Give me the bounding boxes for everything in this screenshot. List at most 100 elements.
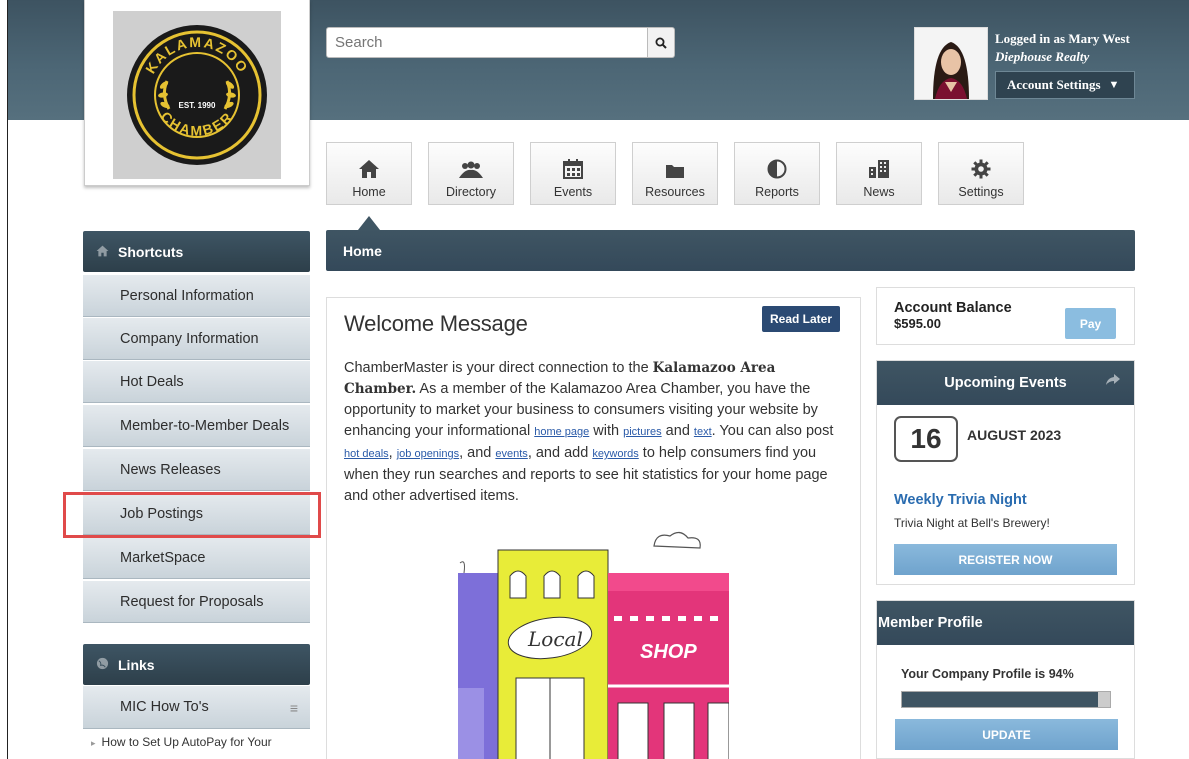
event-description: Trivia Night at Bell's Brewery! <box>894 516 1050 530</box>
body-text: with <box>589 423 624 439</box>
chamber-logo-graphic: KALAMAZOO CHAMBER EST. 1990 <box>127 25 267 165</box>
keywords-link[interactable]: keywords <box>592 448 638 460</box>
sidebar-item-label: Request for Proposals <box>120 593 264 610</box>
logo-year-text: EST. 1990 <box>179 101 216 110</box>
logo-container[interactable]: KALAMAZOO CHAMBER EST. 1990 <box>84 0 310 186</box>
links-header: Links <box>83 644 310 685</box>
link-item-label: How to Set Up AutoPay for Your <box>101 735 272 749</box>
illus-local-text: Local <box>527 627 583 651</box>
sidebar-item-hot-deals[interactable]: Hot Deals <box>83 360 310 403</box>
gear-icon <box>971 159 991 179</box>
body-text: , <box>388 445 397 461</box>
chevron-right-icon: ▸ <box>91 738 96 748</box>
pictures-link[interactable]: pictures <box>623 426 662 438</box>
register-label: REGISTER NOW <box>958 552 1053 567</box>
account-balance-value: $595.00 <box>894 316 941 331</box>
left-border <box>0 0 8 759</box>
welcome-body: ChamberMaster is your direct connection … <box>344 358 849 507</box>
user-avatar[interactable] <box>914 27 988 100</box>
nav-label: Events <box>553 185 593 199</box>
pay-button[interactable]: Pay <box>1065 308 1116 339</box>
update-label: UPDATE <box>982 727 1031 742</box>
profile-completion-text: Your Company Profile is 94% <box>901 667 1074 681</box>
sidebar-item-label: Company Information <box>120 330 259 347</box>
user-info: Logged in as Mary West Diephouse Realty <box>995 31 1130 67</box>
menu-icon[interactable]: ≡ <box>290 700 298 716</box>
page-title-bar: Home <box>326 230 1135 271</box>
search-bar <box>326 27 675 58</box>
job-openings-link[interactable]: job openings <box>397 448 459 460</box>
chamber-logo: KALAMAZOO CHAMBER EST. 1990 <box>113 11 281 179</box>
logged-in-text: Logged in as Mary West <box>995 31 1130 46</box>
body-text: , and add <box>527 445 593 461</box>
update-button[interactable]: UPDATE <box>895 719 1118 750</box>
company-name: Diephouse Realty <box>995 49 1090 64</box>
search-button[interactable] <box>648 27 675 58</box>
people-icon <box>459 161 483 178</box>
account-balance-panel: Account Balance $595.00 Pay <box>876 287 1135 345</box>
sidebar-item-marketspace[interactable]: MarketSpace <box>83 536 310 579</box>
share-arrow-icon[interactable] <box>1106 374 1120 390</box>
nav-label: Reports <box>755 185 799 199</box>
links-category-mic-how-tos[interactable]: MIC How To's ≡ <box>83 686 310 729</box>
nav-label: Settings <box>958 185 1004 199</box>
buildings-icon <box>869 160 889 178</box>
links-title: Links <box>118 656 155 673</box>
upcoming-events-panel: Upcoming Events 16 AUGUST 2023 Weekly Tr… <box>876 360 1135 585</box>
hot-deals-link[interactable]: hot deals <box>344 448 389 460</box>
user-photo <box>915 28 987 99</box>
upcoming-events-title: Upcoming Events <box>944 375 1067 391</box>
page-title: Home <box>343 242 382 259</box>
nav-home[interactable]: Home <box>326 142 412 205</box>
account-settings-button[interactable]: Account Settings ▼ <box>995 71 1135 99</box>
body-text: and <box>661 423 694 439</box>
account-settings-label: Account Settings <box>1007 77 1101 92</box>
event-title-link[interactable]: Weekly Trivia Night <box>894 492 1027 508</box>
sidebar-item-label: Hot Deals <box>120 373 184 390</box>
globe-icon <box>96 657 109 673</box>
home-icon <box>96 244 109 260</box>
pie-chart-icon <box>767 159 787 179</box>
events-link[interactable]: events <box>495 448 527 460</box>
calendar-icon <box>563 159 583 179</box>
event-date-box: 16 <box>894 416 958 462</box>
account-balance-label: Account Balance <box>894 300 1012 316</box>
active-tab-pointer <box>358 216 380 230</box>
nav-label: Directory <box>445 185 496 199</box>
caret-down-icon: ▼ <box>1108 79 1120 91</box>
nav-reports[interactable]: Reports <box>734 142 820 205</box>
search-input[interactable] <box>326 27 648 58</box>
welcome-title: Welcome Message <box>344 311 528 336</box>
search-icon <box>655 37 667 49</box>
body-text: . You can also post <box>711 423 834 439</box>
member-profile-header: Member Profile <box>877 601 1134 645</box>
shop-local-illustration: Local SHOP <box>458 518 730 759</box>
sidebar-item-label: Personal Information <box>120 287 254 304</box>
sidebar-item-news-releases[interactable]: News Releases <box>83 448 310 491</box>
nav-resources[interactable]: Resources <box>632 142 718 205</box>
nav-settings[interactable]: Settings <box>938 142 1024 205</box>
sidebar-item-member-to-member-deals[interactable]: Member-to-Member Deals <box>83 404 310 447</box>
profile-progress-fill <box>902 692 1098 707</box>
member-profile-panel: Member Profile Your Company Profile is 9… <box>876 600 1135 759</box>
member-profile-title: Member Profile <box>878 615 983 631</box>
sidebar-item-personal-information[interactable]: Personal Information <box>83 274 310 317</box>
nav-label: Resources <box>645 185 705 199</box>
links-category-label: MIC How To's <box>120 699 209 715</box>
link-item[interactable]: ▸ How to Set Up AutoPay for Your <box>83 735 272 749</box>
nav-news[interactable]: News <box>836 142 922 205</box>
event-month: AUGUST 2023 <box>967 427 1062 443</box>
sidebar-item-label: News Releases <box>120 461 221 478</box>
profile-progress-bar <box>901 691 1111 708</box>
nav-events[interactable]: Events <box>530 142 616 205</box>
sidebar-item-company-information[interactable]: Company Information <box>83 317 310 360</box>
event-day: 16 <box>910 423 942 454</box>
home-page-link[interactable]: home page <box>534 426 589 438</box>
sidebar-item-label: MarketSpace <box>120 549 206 566</box>
sidebar-item-request-for-proposals[interactable]: Request for Proposals <box>83 580 310 623</box>
read-later-button[interactable]: Read Later <box>762 306 840 332</box>
nav-label: News <box>863 185 895 199</box>
text-link[interactable]: text <box>694 426 712 438</box>
nav-directory[interactable]: Directory <box>428 142 514 205</box>
register-now-button[interactable]: REGISTER NOW <box>894 544 1117 575</box>
